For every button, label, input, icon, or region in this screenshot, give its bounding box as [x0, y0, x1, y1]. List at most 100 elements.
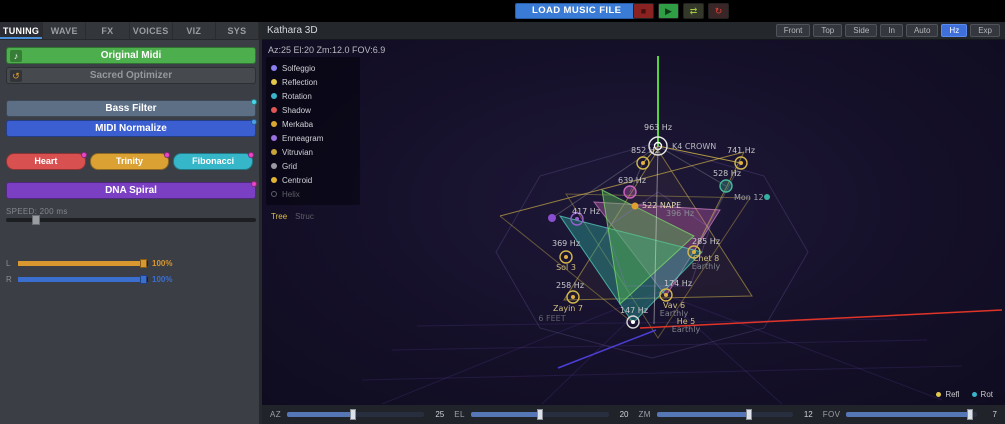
- legend-item-reflection[interactable]: Reflection: [271, 75, 355, 89]
- scene-line: [557, 329, 657, 369]
- level-left-handle[interactable]: [140, 259, 148, 268]
- scene-label: 396 Hz: [666, 209, 694, 218]
- loop-button[interactable]: ⇄: [683, 3, 704, 19]
- tab-tuning[interactable]: TUNING: [0, 22, 44, 39]
- play-button[interactable]: ▶: [658, 3, 679, 19]
- view-exp-button[interactable]: Exp: [970, 24, 1000, 37]
- level-right-label: R: [6, 275, 12, 284]
- heart-label: Heart: [34, 156, 58, 166]
- legend-item-helix[interactable]: Helix: [271, 187, 355, 201]
- scene-node: [719, 179, 733, 193]
- speed-slider-handle[interactable]: [32, 215, 40, 225]
- scene-label: 258 Hz: [556, 281, 584, 290]
- original-midi-button[interactable]: ♪ Original Midi: [6, 47, 256, 64]
- legend-item-rotation[interactable]: Rotation: [271, 89, 355, 103]
- fibonacci-led: [248, 152, 255, 158]
- fov-slider-group: FOV 7: [823, 409, 997, 420]
- view-hz-button[interactable]: Hz: [941, 24, 968, 37]
- level-left-slider[interactable]: [18, 259, 148, 268]
- helix-dot-icon: [271, 191, 277, 197]
- struc-mode-button[interactable]: Struc: [295, 212, 314, 221]
- scene-label: 417 Hz: [572, 207, 600, 216]
- scene-label: 963 Hz: [644, 123, 672, 132]
- heart-button[interactable]: Heart: [6, 152, 87, 170]
- el-slider[interactable]: [470, 409, 609, 420]
- view-side-button[interactable]: Side: [845, 24, 878, 37]
- centroid-dot-icon: [271, 177, 277, 183]
- trinity-led: [164, 152, 171, 158]
- dna-spiral-button[interactable]: DNA Spiral: [6, 181, 257, 199]
- level-right-value: 100%: [152, 275, 173, 284]
- legend-item-enneagram[interactable]: Enneagram: [271, 131, 355, 145]
- refl-dot-icon: [936, 392, 942, 397]
- tab-viz[interactable]: VIZ: [173, 22, 216, 39]
- legend-item-grid[interactable]: Grid: [271, 159, 355, 173]
- tab-sys[interactable]: SYS: [216, 22, 260, 39]
- fibonacci-button[interactable]: Fibonacci: [173, 152, 255, 170]
- rot-dot-icon: [971, 392, 977, 397]
- solfeggio-dot-icon: [271, 65, 277, 71]
- view-front-button[interactable]: Front: [775, 24, 811, 37]
- tab-voices[interactable]: VOICES: [130, 22, 173, 39]
- shadow-dot-icon: [271, 107, 277, 113]
- scene-node: [664, 293, 668, 297]
- kathara-3d-viewport[interactable]: 963 Hz K4 CROWN 852 Hz 741 Hz 639 Hz 528 Hz Mo…: [262, 40, 1005, 405]
- midi-normalize-button[interactable]: MIDI Normalize: [6, 119, 257, 137]
- viewport-header: Kathara 3D Front Top Side In Auto Hz Exp: [262, 22, 1005, 40]
- scene-node: [764, 194, 770, 200]
- scene-label: 741 Hz: [727, 146, 755, 155]
- tree-mode-button[interactable]: Tree: [271, 212, 287, 221]
- scene-node: [739, 161, 743, 165]
- view-auto-button[interactable]: Auto: [905, 24, 939, 37]
- tab-wave[interactable]: WAVE: [43, 22, 87, 39]
- dna-spiral-led: [251, 181, 257, 187]
- fov-slider[interactable]: [846, 409, 977, 420]
- refl-toggle[interactable]: Refl: [936, 390, 960, 399]
- scene-label: K4 CROWN: [672, 142, 716, 151]
- trinity-button[interactable]: Trinity: [89, 152, 171, 170]
- speed-slider[interactable]: [6, 215, 256, 225]
- stop-button[interactable]: ■: [633, 3, 654, 19]
- legend-item-shadow[interactable]: Shadow: [271, 103, 355, 117]
- view-in-button[interactable]: In: [880, 24, 903, 37]
- legend-item-solfeggio[interactable]: Solfeggio: [271, 61, 355, 75]
- legend-item-merkaba[interactable]: Merkaba: [271, 117, 355, 131]
- bass-filter-button[interactable]: Bass Filter: [6, 99, 257, 117]
- az-slider[interactable]: [287, 409, 425, 420]
- scene-node: [575, 217, 579, 221]
- reset-button[interactable]: ↻: [708, 3, 729, 19]
- reset-icon: ↻: [714, 6, 723, 16]
- az-slider-handle[interactable]: [349, 409, 356, 420]
- zm-value: 12: [803, 410, 813, 419]
- level-right-handle[interactable]: [140, 275, 148, 284]
- sidebar-tabs: TUNING WAVE FX VOICES VIZ SYS: [0, 22, 260, 40]
- load-music-file-button[interactable]: LOAD MUSIC FILE: [515, 3, 639, 19]
- scene-node: [571, 295, 575, 299]
- app-window: LOAD MUSIC FILE ■ ▶ ⇄ ↻ TUNING WAVE FX V…: [0, 0, 1005, 424]
- camera-controls-bar: AZ 25 EL 20 ZM 12 FOV 7: [262, 405, 1005, 424]
- zm-slider-group: ZM 12: [639, 409, 813, 420]
- el-slider-handle[interactable]: [536, 409, 543, 420]
- fov-slider-handle[interactable]: [967, 409, 974, 420]
- mode-pill-row: Heart Trinity Fibonacci: [6, 152, 255, 170]
- level-right-slider[interactable]: [18, 275, 148, 284]
- legend-item-centroid[interactable]: Centroid: [271, 173, 355, 187]
- view-top-button[interactable]: Top: [813, 24, 843, 37]
- heart-led: [80, 152, 87, 158]
- az-value: 25: [435, 410, 445, 419]
- scene-label: Zayin 7: [553, 304, 583, 313]
- zm-slider[interactable]: [656, 409, 793, 420]
- scene-line: [391, 339, 928, 351]
- rot-toggle[interactable]: Rot: [971, 390, 993, 399]
- scene-node: [548, 214, 556, 222]
- sacred-optimizer-label: Sacred Optimizer: [89, 70, 173, 81]
- enneagram-dot-icon: [271, 135, 277, 141]
- kathara-3d-canvas[interactable]: 963 Hz K4 CROWN 852 Hz 741 Hz 639 Hz 528 Hz Mo…: [262, 40, 1005, 405]
- scene-node: [564, 255, 568, 259]
- scene-line: [657, 291, 943, 401]
- legend-item-vitruvian[interactable]: Vitruvian: [271, 145, 355, 159]
- zm-slider-handle[interactable]: [746, 409, 753, 420]
- camera-readout: Az:25 El:20 Zm:12.0 FOV:6.9: [268, 45, 386, 55]
- sacred-optimizer-button[interactable]: ↺ Sacred Optimizer: [6, 67, 256, 84]
- tab-fx[interactable]: FX: [86, 22, 130, 39]
